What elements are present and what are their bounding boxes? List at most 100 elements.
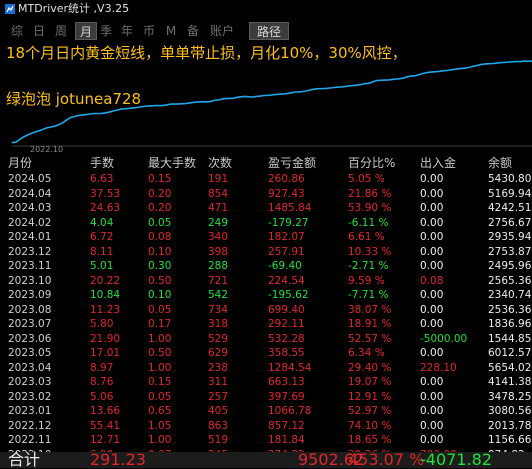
overlay-line1: 18个月日内黄金短线，单单带止损，月化10%，30%风控， [6,44,407,62]
cell-month: 2024.02 [8,216,52,229]
total-label: 合计 [8,450,41,469]
table-row[interactable]: 2023.10 20.22 0.50 721 224.54 9.59 % 0.08 2565.… [0,274,532,289]
cell-pct: 19.07 % [348,376,392,388]
tab-3[interactable]: 月 [75,22,97,40]
cell-max: 0.50 [148,274,172,287]
cell-pct: -7.71 % [348,289,389,301]
cell-count: 311 [208,376,229,388]
app-logo-icon [5,4,15,14]
overlay-line2: 绿泡泡 jotunea728 [6,90,142,108]
table-row[interactable]: 2023.03 8.76 0.15 311 663.13 19.07 % 0.00 4141.… [0,375,532,390]
cell-bal: 5654.02 [488,361,532,374]
tab-4[interactable]: 季 [97,22,115,40]
cell-flow: -5000.00 [420,332,468,345]
cell-max: 0.17 [148,318,172,330]
table-row[interactable]: 2023.09 10.84 0.10 542 -195.62 -7.71 % 0.00 234… [0,288,532,303]
table-row[interactable]: 2023.12 8.11 0.10 398 257.91 10.33 % 0.00 2753.… [0,245,532,260]
cell-count: 542 [208,289,229,301]
cell-pct: 52.57 % [348,332,392,345]
column-header[interactable]: 余额 [488,156,512,171]
cell-pnl: -195.62 [268,289,309,301]
cell-lots: 6.72 [90,231,114,243]
tab-1[interactable]: 日 [29,22,49,40]
tab-8[interactable]: 备 [183,22,203,40]
table-row[interactable]: 2022.12 55.41 1.05 863 857.12 74.10 % 0.00 2013… [0,419,532,434]
column-header[interactable]: 百分比% [348,156,395,171]
column-header[interactable]: 次数 [208,156,232,171]
cell-bal: 6012.57 [488,347,532,359]
cell-bal: 2935.94 [488,231,532,243]
total-lots: 291.23 [90,450,146,469]
cell-max: 1.00 [148,434,172,446]
tab-2[interactable]: 周 [51,22,71,40]
cell-count: 238 [208,361,229,374]
cell-month: 2023.11 [8,260,52,272]
tab-5[interactable]: 年 [117,22,137,40]
column-header[interactable]: 盈亏金额 [268,156,316,171]
cell-lots: 4.04 [90,216,114,229]
cell-count: 863 [208,419,229,432]
cell-count: 318 [208,318,229,330]
table-row[interactable]: 2023.02 5.06 0.05 257 397.69 12.91 % 0.00 3478.… [0,390,532,405]
cell-month: 2024.04 [8,187,52,200]
table-row[interactable]: 2023.05 17.01 0.50 629 358.55 6.34 % 0.00 6012.… [0,346,532,361]
cell-pnl: 1284.54 [268,361,312,374]
cell-bal: 1544.85 [488,332,532,345]
cell-flow: 0.00 [420,260,444,272]
column-header[interactable]: 最大手数 [148,156,196,171]
cell-flow: 0.00 [420,245,444,258]
cell-bal: 4141.38 [488,376,532,388]
table-row[interactable]: 2023.07 5.80 0.17 318 292.11 18.91 % 0.00 1836.… [0,317,532,332]
cell-count: 191 [208,173,229,185]
cell-flow: 0.00 [420,303,444,316]
cell-pnl: 927.43 [268,187,305,200]
column-header[interactable]: 出入金 [420,156,456,171]
cell-flow: 228.10 [420,361,457,374]
column-header[interactable]: 手数 [90,156,114,171]
total-row: 合计 291.23 9502.62 453.07 % -4071.82 [0,452,532,468]
cell-max: 0.50 [148,347,172,359]
tab-9[interactable]: 账户 [203,22,241,40]
cell-pct: 52.97 % [348,405,392,417]
cell-max: 0.20 [148,187,172,200]
cell-bal: 2536.36 [488,303,532,316]
column-header[interactable]: 月份 [8,156,32,171]
cell-flow: 0.00 [420,231,444,243]
cell-pnl: 224.54 [268,274,305,287]
cell-bal: 2753.87 [488,245,532,258]
cell-pnl: 397.69 [268,390,305,403]
title-bar: MTDriver统计 ,V3.25 [0,0,532,18]
cell-lots: 55.41 [90,419,121,432]
table-row[interactable]: 2024.02 4.04 0.05 249 -179.27 -6.11 % 0.00 2756… [0,216,532,231]
cell-max: 0.30 [148,260,172,272]
total-flow: -4071.82 [420,450,492,469]
table-row[interactable]: 2023.06 21.90 1.00 529 532.28 52.57 % -5000.00… [0,332,532,347]
tab-7[interactable]: M [161,22,181,40]
cell-pnl: 182.07 [268,231,305,243]
table-row[interactable]: 2024.03 24.63 0.20 471 1485.84 53.90 % 0.00 424… [0,201,532,216]
table-row[interactable]: 2023.01 13.66 0.65 405 1066.78 52.97 % 0.00 308… [0,404,532,419]
cell-count: 288 [208,260,229,272]
table-row[interactable]: 2023.08 11.23 0.05 734 699.40 38.07 % 0.00 2536… [0,303,532,318]
tab-10[interactable]: 路径 [249,22,289,40]
cell-max: 0.05 [148,216,172,229]
tab-0[interactable]: 综 [7,22,27,40]
cell-count: 340 [208,231,229,243]
cell-flow: 0.00 [420,173,444,185]
cell-count: 734 [208,303,229,316]
cell-pnl: 358.55 [268,347,305,359]
cell-max: 0.05 [148,390,172,403]
table-row[interactable]: 2024.05 6.63 0.15 191 260.86 5.05 % 0.00 5430.8… [0,172,532,187]
table-row[interactable]: 2023.04 8.97 1.00 238 1284.54 29.40 % 228.10 56… [0,361,532,376]
cell-max: 1.00 [148,332,172,345]
cell-pct: 5.05 % [348,173,385,185]
cell-lots: 8.97 [90,361,114,374]
cell-lots: 8.11 [90,245,114,258]
tab-6[interactable]: 币 [139,22,159,40]
cell-bal: 3478.25 [488,390,532,403]
table-row[interactable]: 2022.11 12.71 1.00 519 181.84 18.65 % 0.00 1156… [0,433,532,448]
table-row[interactable]: 2024.01 6.72 0.08 340 182.07 6.61 % 0.00 2935.9… [0,230,532,245]
cell-count: 529 [208,332,229,345]
table-row[interactable]: 2023.11 5.01 0.30 288 -69.40 -2.71 % 0.00 2495.… [0,259,532,274]
table-row[interactable]: 2024.04 37.53 0.20 854 927.43 21.86 % 0.00 5169… [0,187,532,202]
